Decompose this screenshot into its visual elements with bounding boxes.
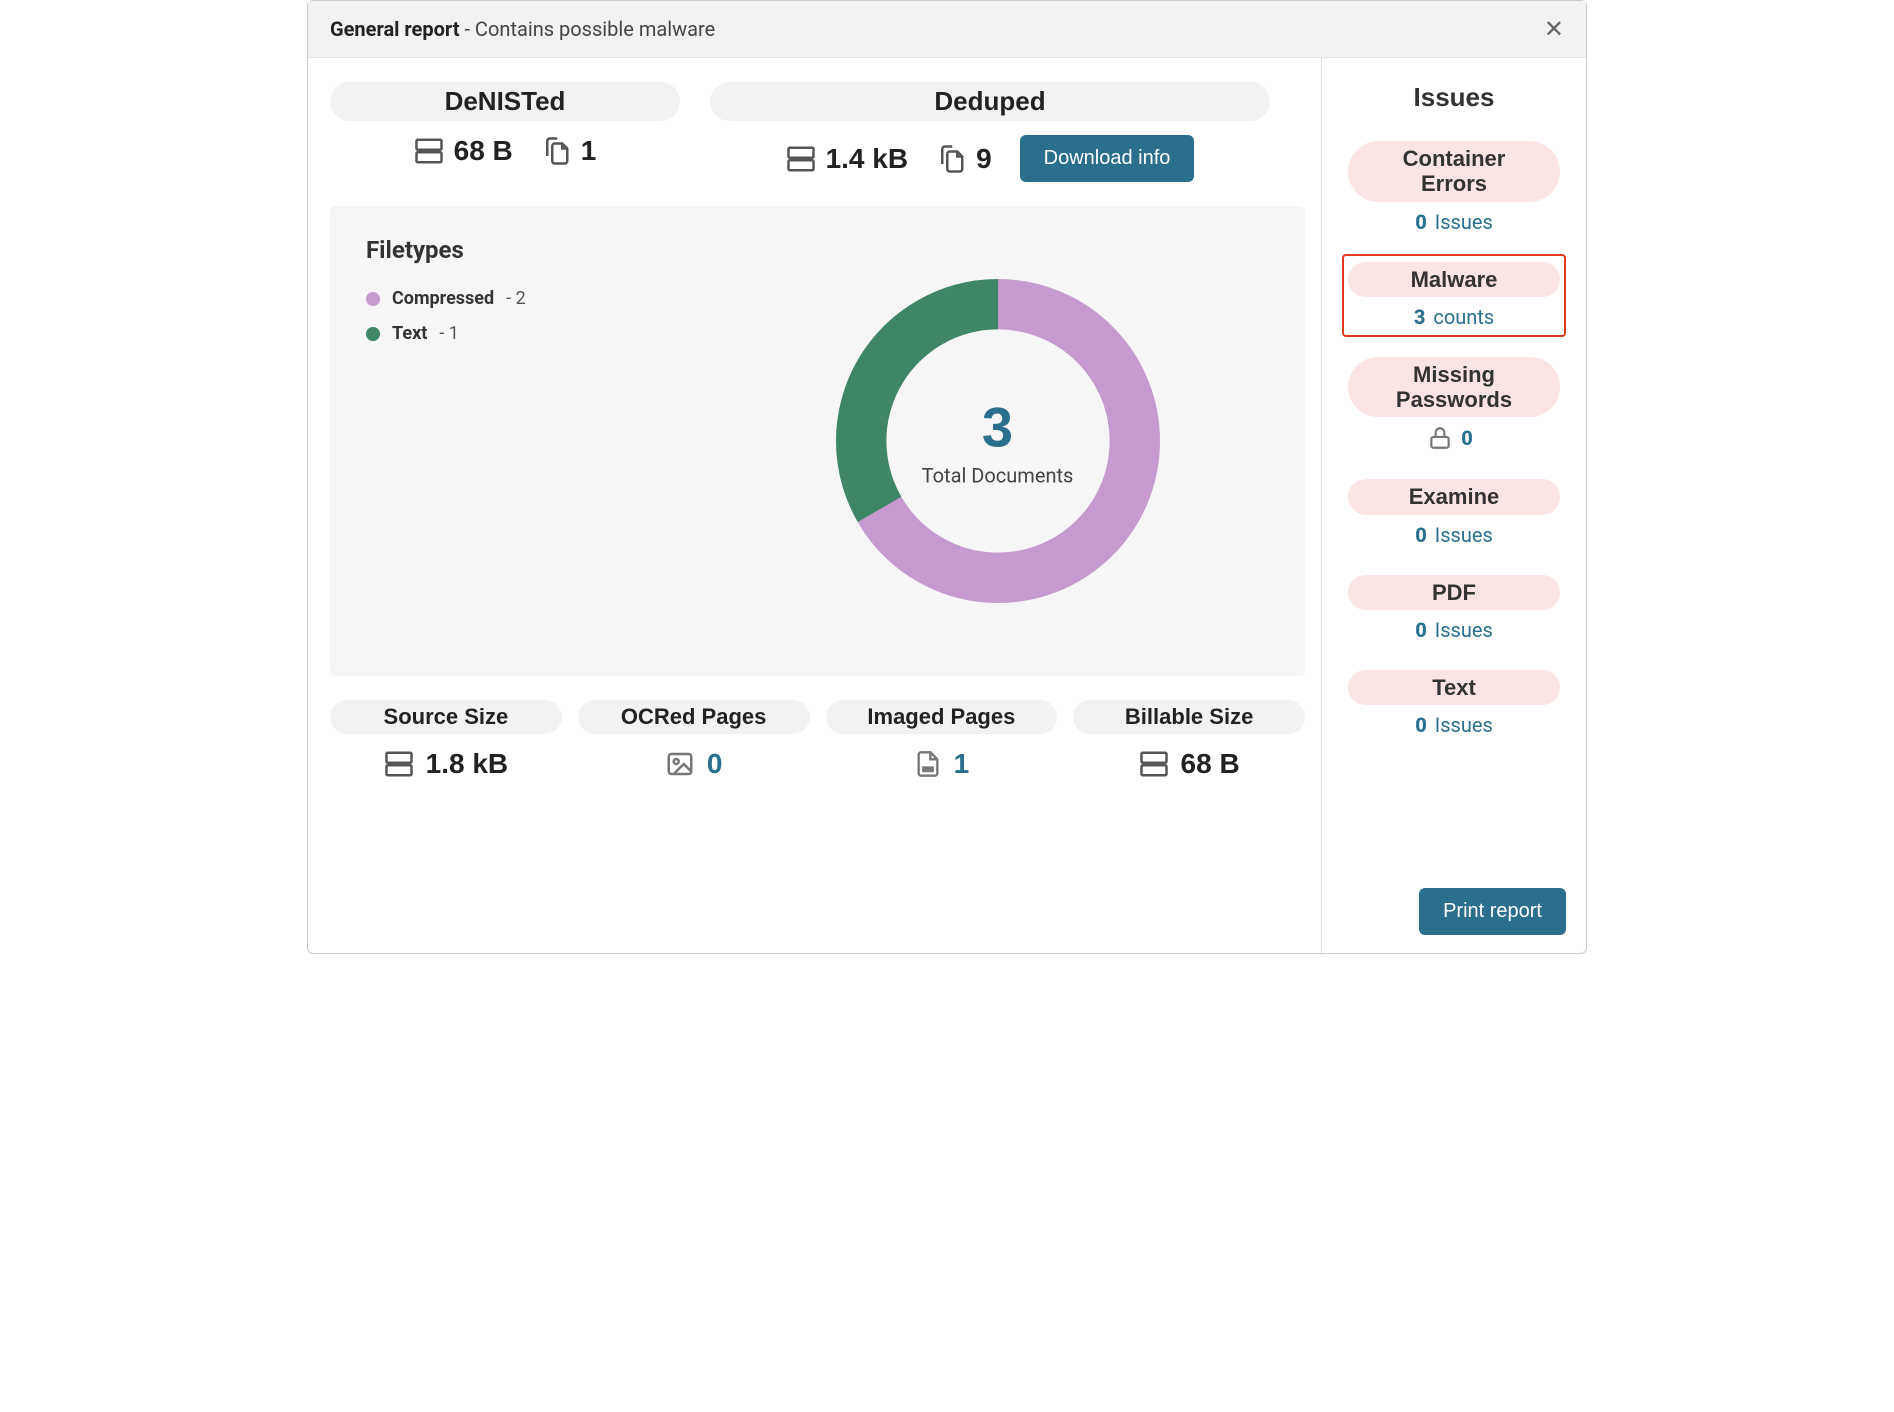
bottom-stat-value-row: 1: [826, 748, 1058, 780]
bottom-stat-value-row: 68 B: [1073, 748, 1305, 780]
issue-block[interactable]: MissingPasswords 0: [1342, 349, 1566, 460]
bottom-stat-card: OCRed Pages 0: [578, 700, 810, 780]
bottom-stat-card: Source Size 1.8 kB: [330, 700, 562, 780]
sidebar-footer: Print report: [1342, 888, 1566, 935]
denisted-size: 68 B: [454, 135, 513, 167]
issue-count: 0: [1415, 713, 1427, 737]
legend-name: Text: [392, 323, 427, 344]
bottom-stat-value: 0: [707, 748, 723, 780]
dialog-title-rest: - Contains possible malware: [459, 17, 715, 41]
legend-count: - 1: [439, 323, 459, 344]
legend-dot: [366, 327, 380, 341]
issue-label: MissingPasswords: [1348, 357, 1560, 418]
dialog-title: General report - Contains possible malwa…: [330, 17, 715, 41]
deduped-files: 9: [976, 143, 992, 175]
close-icon[interactable]: ✕: [1544, 15, 1564, 43]
issue-value-row: 0 Issues: [1348, 210, 1560, 234]
donut-total: 3: [922, 395, 1074, 460]
filetypes-chart-area: 3 Total Documents: [726, 236, 1269, 646]
server-icon: [1139, 749, 1169, 779]
bottom-stat-value-row: 1.8 kB: [330, 748, 562, 780]
issue-unit: Issues: [1435, 618, 1493, 642]
deduped-label: Deduped: [710, 82, 1270, 121]
bottom-stat-value: 68 B: [1181, 748, 1240, 780]
issue-count: 3: [1414, 305, 1426, 329]
issue-value-row: 0: [1348, 425, 1560, 451]
denisted-label: DeNISTed: [330, 82, 680, 121]
bottom-stat-value: 1.8 kB: [426, 748, 509, 780]
issue-value-row: 0 Issues: [1348, 618, 1560, 642]
filetypes-panel: Filetypes Compressed - 2 Text - 1 3 Tota…: [330, 206, 1305, 676]
server-icon: [384, 749, 414, 779]
deduped-values: 1.4 kB 9 Download info: [710, 135, 1270, 182]
issue-count: 0: [1415, 618, 1427, 642]
legend-dot: [366, 292, 380, 306]
dialog-body: DeNISTed 68 B 1: [308, 58, 1586, 955]
filetypes-legend: Filetypes Compressed - 2 Text - 1: [366, 236, 686, 646]
issue-label: PDF: [1348, 575, 1560, 610]
deduped-size-group: 1.4 kB: [786, 143, 909, 175]
denisted-files: 1: [581, 135, 597, 167]
issue-label: Malware: [1348, 262, 1560, 297]
bottom-stat-label: Billable Size: [1073, 700, 1305, 734]
server-icon: [414, 136, 444, 166]
issue-label: Examine: [1348, 479, 1560, 514]
issue-value-row: 3 counts: [1348, 305, 1560, 329]
issue-count: 0: [1415, 523, 1427, 547]
issue-count: 0: [1415, 210, 1427, 234]
issue-unit: counts: [1433, 305, 1494, 329]
donut-center: 3 Total Documents: [922, 395, 1074, 488]
issues-title: Issues: [1342, 82, 1566, 113]
issue-unit: Issues: [1435, 713, 1493, 737]
legend-count: - 2: [506, 288, 526, 309]
issue-block[interactable]: Examine 0 Issues: [1342, 471, 1566, 554]
filetypes-title: Filetypes: [366, 236, 686, 264]
issue-value-row: 0 Issues: [1348, 523, 1560, 547]
bottom-stat-value-row: 0: [578, 748, 810, 780]
dialog-header: General report - Contains possible malwa…: [308, 1, 1586, 58]
issue-label: ContainerErrors: [1348, 141, 1560, 202]
bottom-stat-label: Source Size: [330, 700, 562, 734]
server-icon: [786, 144, 816, 174]
pdf-icon: [914, 749, 942, 779]
legend-name: Compressed: [392, 288, 494, 309]
issue-block[interactable]: Text 0 Issues: [1342, 662, 1566, 745]
issue-block[interactable]: Malware 3 counts: [1342, 254, 1566, 337]
files-icon: [936, 144, 966, 174]
donut-label: Total Documents: [922, 464, 1074, 488]
deduped-files-group: 9: [936, 143, 992, 175]
top-stats-row: DeNISTed 68 B 1: [330, 82, 1305, 182]
issue-value-row: 0 Issues: [1348, 713, 1560, 737]
issue-count: 0: [1461, 426, 1473, 450]
bottom-stat-card: Imaged Pages 1: [826, 700, 1058, 780]
denisted-values: 68 B 1: [330, 135, 680, 167]
print-report-button[interactable]: Print report: [1419, 888, 1566, 935]
issues-sidebar: Issues ContainerErrors 0 Issues Malware …: [1322, 58, 1586, 955]
bottom-stat-label: Imaged Pages: [826, 700, 1058, 734]
bottom-stat-label: OCRed Pages: [578, 700, 810, 734]
deduped-size: 1.4 kB: [826, 143, 909, 175]
donut-chart: 3 Total Documents: [818, 261, 1178, 621]
issue-label: Text: [1348, 670, 1560, 705]
bottom-stat-card: Billable Size 68 B: [1073, 700, 1305, 780]
lock-icon: [1427, 425, 1453, 451]
bottom-stat-value: 1: [954, 748, 970, 780]
issue-unit: Issues: [1435, 523, 1493, 547]
dialog-title-bold: General report: [330, 17, 459, 41]
denisted-files-group: 1: [541, 135, 597, 167]
main-panel: DeNISTed 68 B 1: [308, 58, 1322, 955]
issue-block[interactable]: PDF 0 Issues: [1342, 567, 1566, 650]
deduped-card: Deduped 1.4 kB 9 Download info: [710, 82, 1270, 182]
download-info-button[interactable]: Download info: [1020, 135, 1195, 182]
denisted-card: DeNISTed 68 B 1: [330, 82, 680, 182]
issue-block[interactable]: ContainerErrors 0 Issues: [1342, 133, 1566, 242]
files-icon: [541, 136, 571, 166]
legend-item: Compressed - 2: [366, 288, 686, 309]
denisted-size-group: 68 B: [414, 135, 513, 167]
image-icon: [665, 749, 695, 779]
bottom-stats-row: Source Size 1.8 kB OCRed Pages 0 Imaged …: [330, 700, 1305, 780]
issue-unit: Issues: [1435, 210, 1493, 234]
legend-item: Text - 1: [366, 323, 686, 344]
